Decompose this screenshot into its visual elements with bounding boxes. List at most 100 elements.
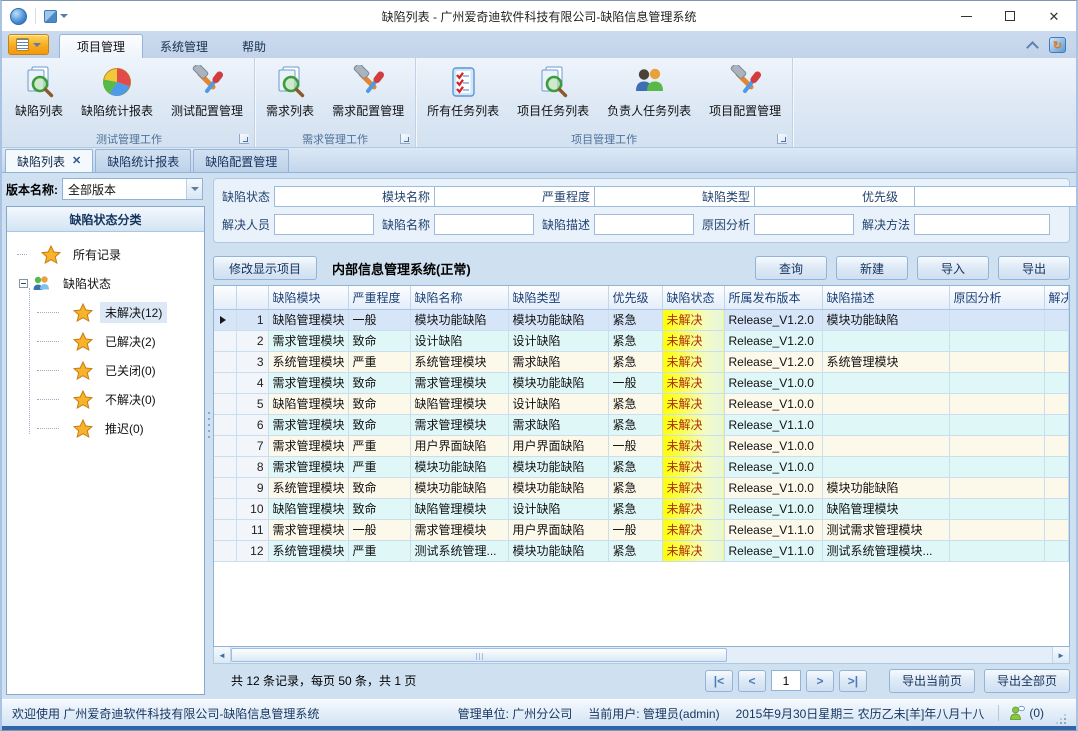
close-tab-icon[interactable]: ✕ [72, 156, 81, 167]
document-tab[interactable]: 缺陷配置管理 ✕ [193, 149, 289, 172]
tree-item[interactable]: 已关闭(0) [7, 356, 204, 385]
table-row[interactable]: 7 需求管理模块 严重 用户界面缺陷 用户界面缺陷 一般 未解决 Release… [214, 435, 1069, 456]
dialog-launcher-icon[interactable] [400, 134, 410, 144]
minimize-button[interactable] [944, 1, 988, 31]
document-tab[interactable]: 缺陷列表 ✕ [5, 149, 93, 172]
ribbon-button[interactable]: 需求列表 [257, 60, 323, 130]
row-indicator [214, 435, 236, 456]
next-page-button[interactable]: > [806, 670, 834, 692]
collapse-expander-icon[interactable] [19, 279, 28, 288]
column-header[interactable]: 所属发布版本 [724, 286, 822, 309]
toolbar-action-button[interactable]: 新建 [836, 256, 908, 280]
checklist-icon [445, 64, 481, 100]
collapse-ribbon-icon[interactable] [1025, 41, 1039, 50]
tree-item[interactable]: 缺陷状态 [7, 269, 204, 298]
sidebar-splitter[interactable] [205, 173, 213, 699]
filter-select[interactable] [914, 186, 1078, 207]
close-button[interactable]: ✕ [1032, 1, 1076, 31]
chevron-down-icon[interactable] [186, 179, 202, 199]
ribbon-button[interactable]: 缺陷统计报表 [72, 60, 162, 130]
column-header[interactable]: 缺陷模块 [268, 286, 348, 309]
filter-text-input[interactable] [754, 214, 854, 235]
table-row[interactable]: 9 系统管理模块 致命 模块功能缺陷 模块功能缺陷 紧急 未解决 Release… [214, 477, 1069, 498]
horizontal-scrollbar[interactable]: ◄ ► [213, 647, 1070, 664]
filter-label: 解决方法 [862, 216, 914, 233]
filter-label: 优先级 [862, 188, 914, 205]
prev-page-button[interactable]: < [738, 670, 766, 692]
ribbon-button[interactable]: 负责人任务列表 [598, 60, 700, 130]
cell-release-version: Release_V1.2.0 [724, 351, 822, 372]
column-header[interactable]: 严重程度 [348, 286, 410, 309]
filter-text-input[interactable] [434, 214, 534, 235]
toolbar-action-button[interactable]: 查询 [755, 256, 827, 280]
toolbar-action-button[interactable]: 导入 [917, 256, 989, 280]
row-number: 10 [236, 498, 268, 519]
filter-text-input[interactable] [274, 214, 374, 235]
table-row[interactable]: 8 需求管理模块 严重 模块功能缺陷 模块功能缺陷 紧急 未解决 Release… [214, 456, 1069, 477]
ribbon: 缺陷列表 缺陷统计报表 [2, 58, 1076, 148]
column-header[interactable]: 缺陷状态 [662, 286, 724, 309]
table-row[interactable]: 6 需求管理模块 致命 需求管理模块 需求缺陷 紧急 未解决 Release_V… [214, 414, 1069, 435]
cell-cause-analysis [949, 456, 1044, 477]
column-header[interactable]: 缺陷名称 [410, 286, 508, 309]
filter-select-input[interactable] [915, 187, 1076, 206]
table-row[interactable]: 2 需求管理模块 致命 设计缺陷 设计缺陷 紧急 未解决 Release_V1.… [214, 330, 1069, 351]
export-all-pages-button[interactable]: 导出全部页 [984, 669, 1070, 693]
scroll-right-icon[interactable]: ► [1052, 647, 1069, 663]
cell-defect-name: 需求管理模块 [410, 372, 508, 393]
ribbon-button[interactable]: 所有任务列表 [418, 60, 508, 130]
table-row[interactable]: 5 缺陷管理模块 致命 缺陷管理模块 设计缺陷 紧急 未解决 Release_V… [214, 393, 1069, 414]
tree-item[interactable]: 推迟(0) [7, 414, 204, 443]
filter-text-input[interactable] [594, 214, 694, 235]
messages-icon[interactable] [1009, 705, 1025, 721]
table-row[interactable]: 12 系统管理模块 严重 测试系统管理... 模块功能缺陷 紧急 未解决 Rel… [214, 540, 1069, 561]
ribbon-tab[interactable]: 帮助 [225, 34, 283, 58]
tree-item[interactable]: 不解决(0) [7, 385, 204, 414]
tree-item[interactable]: 所有记录 [7, 240, 204, 269]
ribbon-group-label: 测试管理工作 [96, 131, 162, 147]
table-row[interactable]: 3 系统管理模块 严重 系统管理模块 需求缺陷 紧急 未解决 Release_V… [214, 351, 1069, 372]
tree-item[interactable]: 已解决(2) [7, 327, 204, 356]
column-header[interactable]: 解决方法 [1044, 286, 1069, 309]
ribbon-tab[interactable]: 项目管理 [59, 34, 143, 58]
scrollbar-thumb[interactable] [231, 648, 727, 662]
version-select[interactable]: 全部版本 [62, 178, 203, 200]
ribbon-tab[interactable]: 系统管理 [143, 34, 225, 58]
ribbon-button[interactable]: 需求配置管理 [323, 60, 413, 130]
row-indicator [214, 519, 236, 540]
document-tab[interactable]: 缺陷统计报表 ✕ [95, 149, 191, 172]
last-page-button[interactable]: >| [839, 670, 867, 692]
ribbon-button[interactable]: 项目任务列表 [508, 60, 598, 130]
maximize-button[interactable] [988, 1, 1032, 31]
column-header[interactable]: 缺陷类型 [508, 286, 608, 309]
tree-item[interactable]: 未解决(12) [7, 298, 204, 327]
filter-text-input[interactable] [914, 214, 1050, 235]
modify-display-columns-button[interactable]: 修改显示项目 [213, 256, 317, 280]
ribbon-button[interactable]: 测试配置管理 [162, 60, 252, 130]
table-row[interactable]: 11 需求管理模块 一般 需求管理模块 用户界面缺陷 一般 未解决 Releas… [214, 519, 1069, 540]
cell-solution [1044, 519, 1069, 540]
column-header[interactable]: 缺陷描述 [822, 286, 949, 309]
table-row[interactable]: 10 缺陷管理模块 致命 缺陷管理模块 设计缺陷 紧急 未解决 Release_… [214, 498, 1069, 519]
org-unit-text: 管理单位: 广州分公司 [458, 705, 573, 722]
table-row[interactable]: 1 缺陷管理模块 一般 模块功能缺陷 模块功能缺陷 紧急 未解决 Release… [214, 309, 1069, 330]
dialog-launcher-icon[interactable] [239, 134, 249, 144]
cell-release-version: Release_V1.0.0 [724, 498, 822, 519]
export-current-page-button[interactable]: 导出当前页 [889, 669, 975, 693]
help-icon[interactable]: ↻ [1049, 37, 1066, 53]
column-header[interactable]: 原因分析 [949, 286, 1044, 309]
ribbon-button[interactable]: 项目配置管理 [700, 60, 790, 130]
first-page-button[interactable]: |< [705, 670, 733, 692]
dialog-launcher-icon[interactable] [777, 134, 787, 144]
resize-grip[interactable] [1056, 716, 1066, 726]
toolbar-action-button[interactable]: 导出 [998, 256, 1070, 280]
application-menu-button[interactable] [8, 34, 49, 55]
column-header[interactable]: 优先级 [608, 286, 662, 309]
quick-access-toolbar-button[interactable] [44, 10, 68, 23]
table-row[interactable]: 4 需求管理模块 致命 需求管理模块 模块功能缺陷 一般 未解决 Release… [214, 372, 1069, 393]
page-number-input[interactable] [771, 670, 801, 691]
cell-defect-description: 系统管理模块 [822, 351, 949, 372]
scroll-left-icon[interactable]: ◄ [214, 647, 231, 663]
ribbon-button[interactable]: 缺陷列表 [6, 60, 72, 130]
sidebar: 版本名称: 全部版本 缺陷状态分类 [2, 173, 205, 699]
